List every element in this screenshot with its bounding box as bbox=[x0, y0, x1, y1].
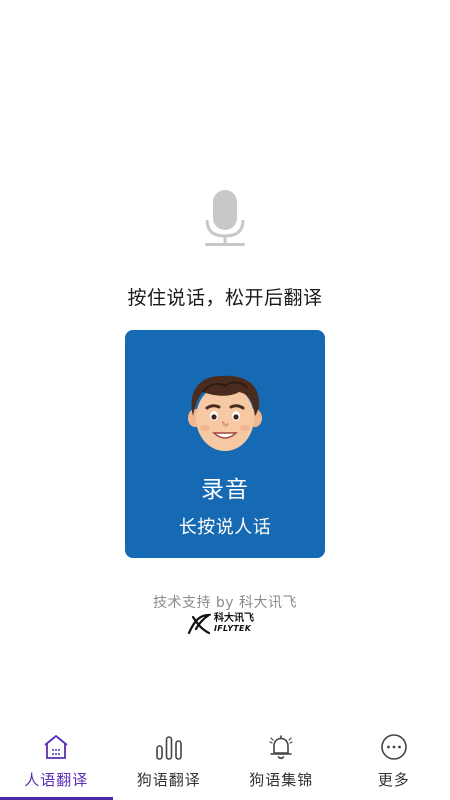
tab-label: 狗语翻译 bbox=[136, 771, 201, 789]
tab-label: 人语翻译 bbox=[24, 771, 89, 789]
tab-more[interactable]: 更多 bbox=[338, 725, 450, 800]
record-button[interactable]: 录音 长按说人话 bbox=[125, 330, 325, 558]
bottom-tab-bar: 人语翻译 狗语翻译 狗语集锦 更多 bbox=[0, 725, 450, 800]
instruction-text: 按住说话，松开后翻译 bbox=[127, 287, 323, 309]
avatar bbox=[188, 375, 262, 451]
house-icon bbox=[44, 735, 68, 759]
iflytek-logo: 科大讯飞 IFLYTEK bbox=[187, 613, 267, 635]
app-screen: 按住说话，松开后翻译 录音 长按说人话 技术支持 by 科大讯飞 科大讯飞 IF… bbox=[0, 0, 450, 800]
more-dots-icon bbox=[380, 734, 407, 760]
microphone-icon bbox=[205, 190, 245, 246]
tab-dog-collection[interactable]: 狗语集锦 bbox=[225, 725, 338, 800]
tab-dog-translate[interactable]: 狗语翻译 bbox=[113, 725, 226, 800]
iflytek-mark-icon bbox=[187, 613, 211, 635]
tab-label: 更多 bbox=[377, 771, 410, 789]
record-subtitle: 长按说人话 bbox=[178, 517, 272, 538]
brand-name-cn: 科大讯飞 bbox=[214, 613, 254, 624]
brand-name-en: IFLYTEK bbox=[214, 624, 252, 633]
record-title: 录音 bbox=[201, 477, 249, 503]
bell-icon bbox=[269, 735, 293, 760]
tab-label: 狗语集锦 bbox=[249, 771, 314, 789]
bars-icon bbox=[155, 736, 182, 760]
tech-support-text: 技术支持 by 科大讯飞 bbox=[152, 595, 298, 611]
tab-human-translate[interactable]: 人语翻译 bbox=[0, 725, 113, 800]
